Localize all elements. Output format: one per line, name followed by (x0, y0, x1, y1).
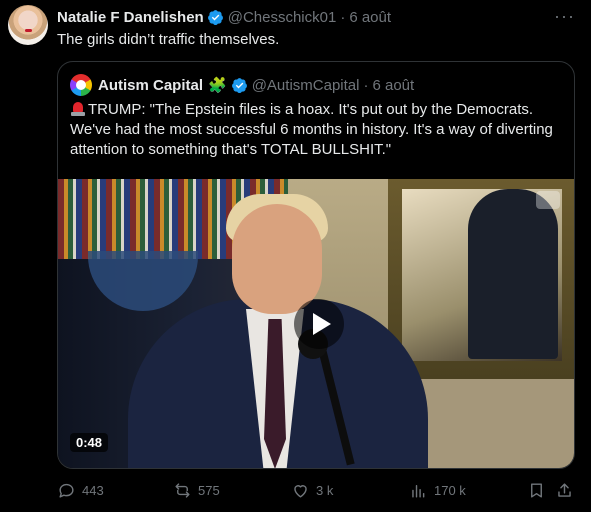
play-icon (312, 313, 331, 335)
share-icon (558, 482, 571, 497)
bookmark-icon (531, 482, 542, 498)
bookmark-button[interactable] (527, 481, 546, 500)
more-dots-icon[interactable]: ··· (554, 7, 575, 25)
heart-icon (294, 484, 307, 498)
views-button[interactable]: 170 k (409, 481, 466, 500)
author-name[interactable]: Natalie F Danelishen (57, 9, 204, 26)
separator-dot: · (340, 8, 346, 26)
video-duration: 0:48 (70, 433, 109, 452)
quoted-author-name[interactable]: Autism Capital (98, 77, 203, 94)
siren-icon (70, 101, 86, 116)
verified-badge-icon[interactable] (207, 9, 224, 26)
puzzle-emoji-icon: 🧩 (208, 77, 227, 94)
like-button[interactable]: 3 k (291, 481, 333, 500)
verified-badge-icon[interactable] (231, 77, 248, 94)
reply-count: 443 (82, 482, 104, 498)
action-bar: 443 575 3 k 170 k (57, 478, 575, 502)
quoted-post-text-block: TRUMP: "The Epstein files is a hoax. It'… (70, 100, 566, 160)
quoted-author-avatar[interactable] (70, 74, 92, 96)
video-overlay-icon (536, 191, 560, 209)
post-timestamp[interactable]: 6 août (349, 9, 391, 26)
repost-icon (175, 482, 190, 498)
post-text: The girls didn’t traffic themselves. (57, 31, 280, 48)
repost-button[interactable]: 575 (173, 481, 220, 500)
quoted-author-handle[interactable]: @AutismCapital (252, 77, 360, 94)
quoted-post-header: Autism Capital 🧩 @AutismCapital · 6 août (70, 74, 414, 96)
quoted-post-card[interactable]: Autism Capital 🧩 @AutismCapital · 6 août… (57, 61, 575, 469)
author-handle[interactable]: @Chesschick01 (228, 9, 337, 26)
views-chart-icon (412, 484, 425, 498)
quoted-post-timestamp[interactable]: 6 août (372, 77, 414, 94)
painting-figure (468, 189, 558, 359)
like-count: 3 k (316, 482, 334, 498)
speaker-head (232, 204, 322, 314)
video-player[interactable]: 0:48 (58, 179, 574, 468)
repost-count: 575 (198, 482, 220, 498)
share-button[interactable] (555, 481, 574, 500)
quoted-post-text: TRUMP: "The Epstein files is a hoax. It'… (70, 101, 553, 158)
author-avatar[interactable] (8, 5, 48, 45)
view-count: 170 k (434, 482, 466, 498)
reply-button[interactable]: 443 (57, 481, 104, 500)
play-button[interactable] (294, 299, 344, 349)
post-header: Natalie F Danelishen @Chesschick01 · 6 a… (57, 7, 391, 27)
reply-icon (59, 483, 74, 498)
separator-dot: · (363, 76, 369, 94)
